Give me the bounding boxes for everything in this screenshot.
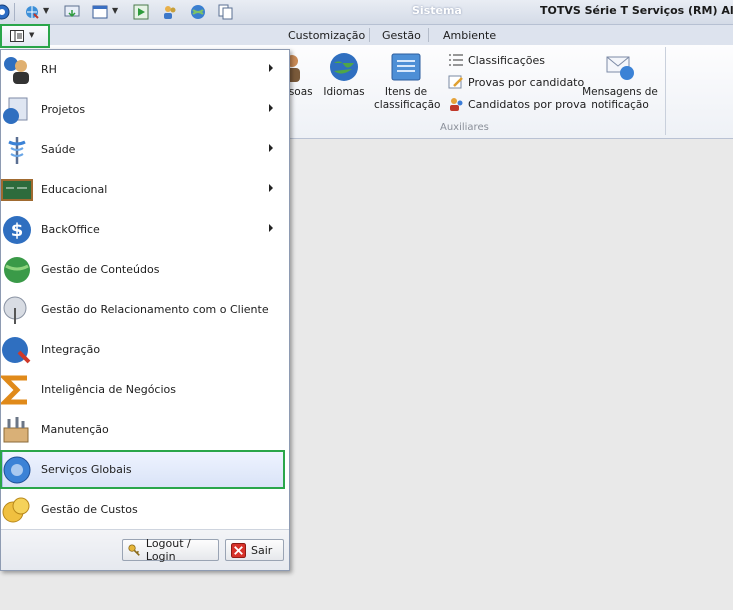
idiomas-button[interactable]: Idiomas <box>322 51 366 99</box>
candidatos-label: Candidatos por prova <box>468 97 587 111</box>
menu-item-educacional[interactable]: Educacional <box>1 170 289 210</box>
itens-label-line2: classificação <box>374 99 441 111</box>
users-icon[interactable] <box>162 4 178 20</box>
separator <box>428 28 429 42</box>
caduceus-icon <box>8 137 26 164</box>
menu-item-label: Integração <box>41 343 101 356</box>
submenu-arrow-icon <box>269 104 273 112</box>
sigma-icon <box>1 375 27 405</box>
app-orb-icon[interactable] <box>0 4 10 20</box>
envelope-globe-icon <box>606 56 634 80</box>
crm-icon <box>3 296 27 324</box>
key-icon <box>128 543 140 556</box>
classificacoes-label: Classificações <box>468 53 545 67</box>
projects-icon <box>3 97 28 124</box>
menu-item-label: BackOffice <box>41 223 100 236</box>
globe-arrow-icon[interactable] <box>24 4 40 20</box>
exit-button[interactable]: Sair <box>225 539 284 561</box>
separator <box>14 3 15 21</box>
menu-item-gestao-conteudos[interactable]: Gestão de Conteúdos <box>1 250 289 290</box>
chevron-down-icon[interactable]: ▼ <box>43 6 49 15</box>
candidatos-por-prova-button[interactable]: Candidatos por prova <box>448 95 586 113</box>
chevron-down-icon[interactable]: ▼ <box>112 6 118 15</box>
provas-label: Provas por candidato <box>468 75 585 89</box>
app-menu-footer: Logout / Login Sair <box>1 529 289 570</box>
mensagens-label-line2: notificação <box>591 99 649 111</box>
submenu-arrow-icon <box>269 64 273 72</box>
submenu-arrow-icon <box>269 224 273 232</box>
list-board-icon <box>391 53 421 81</box>
idiomas-label: Idiomas <box>323 86 365 98</box>
toolbox-icon <box>3 417 29 443</box>
menu-item-label: Projetos <box>41 103 86 116</box>
app-title: Sistema <box>412 4 462 17</box>
separator <box>369 28 370 42</box>
menu-item-projetos[interactable]: Projetos <box>1 90 289 130</box>
title-bar: ▼ ▼ Sistema TOTVS Série T Serviços (RM) … <box>0 0 733 25</box>
classificacoes-button[interactable]: Classificações <box>448 51 545 69</box>
mensagens-notificacao-button[interactable]: Mensagens de notificação <box>582 51 658 112</box>
ribbon-group-label: Auxiliares <box>440 122 489 133</box>
logout-login-label: Logout / Login <box>145 537 191 563</box>
submenu-arrow-icon <box>269 144 273 152</box>
menu-item-saude[interactable]: Saúde <box>1 130 289 170</box>
submenu-arrow-icon <box>269 184 273 192</box>
exit-label: Sair <box>251 543 273 557</box>
menu-list-icon <box>10 30 24 42</box>
itens-label-line1: Itens de <box>384 86 428 98</box>
logout-login-button[interactable]: Logout / Login <box>122 537 219 563</box>
separator <box>665 47 666 135</box>
menu-item-gestao-custos[interactable]: Gestão de Custos <box>1 490 289 530</box>
menu-item-label: RH <box>41 63 57 76</box>
menu-item-label: Gestão de Conteúdos <box>41 263 160 276</box>
menu-item-inteligencia-negocios[interactable]: Inteligência de Negócios <box>1 370 289 410</box>
provas-por-candidato-button[interactable]: Provas por candidato <box>448 73 584 91</box>
chevron-down-icon: ▼ <box>29 31 35 39</box>
menu-item-label: Saúde <box>41 143 76 156</box>
run-icon[interactable] <box>133 4 149 20</box>
menu-item-label: Educacional <box>41 183 108 196</box>
app-menu-button[interactable]: ▼ <box>0 24 50 48</box>
coins-icon <box>2 497 30 523</box>
ribbon-tab-bar: Customização Gestão Ambiente <box>0 25 733 45</box>
globe-icon <box>330 53 358 81</box>
menu-item-label: Inteligência de Negócios <box>41 383 176 396</box>
window-title: TOTVS Série T Serviços (RM) Alias: <box>540 4 733 17</box>
svg-text:$: $ <box>11 220 24 241</box>
rh-people-icon <box>4 57 29 84</box>
mensagens-label-line1: Mensagens de <box>582 86 658 98</box>
tab-customizacao[interactable]: Customização <box>288 29 365 42</box>
app-menu-panel: RH Projetos Saúde Educacional $ BackOffi… <box>0 49 290 571</box>
integration-globe-icon <box>2 337 31 364</box>
edit-form-icon <box>448 75 463 89</box>
copy-pages-icon[interactable] <box>218 4 234 20</box>
focus-highlight-box <box>0 450 285 489</box>
menu-item-label: Manutenção <box>41 423 109 436</box>
menu-item-manutencao[interactable]: Manutenção <box>1 410 289 450</box>
itens-classificacao-button[interactable]: Itens de classificação <box>374 51 441 112</box>
tab-gestao[interactable]: Gestão <box>382 29 421 42</box>
menu-item-label: Gestão do Relacionamento com o Cliente <box>41 303 269 316</box>
window-icon[interactable] <box>92 4 108 20</box>
menu-item-label: Gestão de Custos <box>41 503 138 516</box>
monitor-arrow-icon[interactable] <box>64 4 80 20</box>
chalkboard-icon <box>1 179 33 201</box>
tab-ambiente[interactable]: Ambiente <box>443 29 496 42</box>
web-globe-icon[interactable] <box>190 4 206 20</box>
content-globe-icon <box>4 257 30 283</box>
menu-item-rh[interactable]: RH <box>1 50 289 90</box>
menu-item-backoffice[interactable]: $ BackOffice <box>1 210 289 250</box>
menu-item-crm[interactable]: Gestão do Relacionamento com o Cliente <box>1 290 289 330</box>
menu-item-integracao[interactable]: Integração <box>1 330 289 370</box>
user-group-icon <box>450 98 463 111</box>
dollar-icon: $ <box>3 216 31 244</box>
numbered-list-icon <box>449 54 463 66</box>
close-icon <box>231 542 246 558</box>
